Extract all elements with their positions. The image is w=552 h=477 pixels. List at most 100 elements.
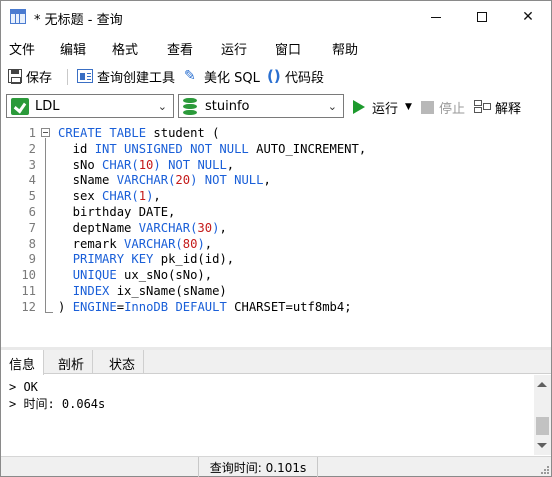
sql-token: student ( [146,126,220,140]
stop-icon [421,100,434,114]
code-line: 4 sName VARCHAR(20) NOT NULL, [1,172,551,188]
menu-format[interactable]: 格式 [112,39,138,58]
sql-keyword: UNIQUE [72,268,117,283]
code-text: deptName VARCHAR(30), [58,220,227,236]
sql-token: sex [58,189,103,204]
code-line: 2 id INT UNSIGNED NOT NULL AUTO_INCREMEN… [1,141,551,157]
scroll-down-icon[interactable] [537,443,547,448]
code-line: 9 PRIMARY KEY pk_id(id), [1,251,551,267]
menu-run[interactable]: 运行 [221,39,247,58]
query-builder-label: 查询创建工具 [97,70,176,86]
menu-view[interactable]: 查看 [167,39,193,58]
sql-keyword: CHAR( [102,189,139,204]
menu-window[interactable]: 窗口 [275,39,301,58]
sql-editor[interactable]: 1 CREATE TABLE student (2 id INT UNSIGNED… [1,125,551,347]
minimize-button[interactable] [413,1,459,33]
sql-token: ux_sNo(sNo), [116,268,213,283]
dropdown-arrow-icon[interactable]: ▼ [405,102,412,112]
code-text: id INT UNSIGNED NOT NULL AUTO_INCREMENT, [58,141,367,157]
sql-token: = [116,299,125,314]
sql-number: 30 [197,220,213,235]
sql-keyword: INT UNSIGNED NOT NULL [94,141,249,156]
database-select[interactable]: stuinfo ⌄ [178,94,344,118]
status-bar: 查询时间: 0.101s [1,456,551,477]
sql-token: ) [58,299,73,314]
sql-token: CHARSET=utf8mb4; [226,299,352,314]
line-number: 5 [28,189,36,204]
query-builder-icon [77,69,93,83]
sql-keyword: VARCHAR( [138,220,198,235]
save-button[interactable]: 保存 [8,67,53,86]
run-label: 运行 [372,101,399,117]
query-builder-button[interactable]: 查询创建工具 [77,67,176,86]
output-line: > 时间: 0.064s [9,397,106,411]
run-button[interactable]: 运行 ▼ [353,98,412,117]
tab-status[interactable]: 状态 [101,350,145,374]
menu-bar: 文件 编辑 格式 查看 运行 窗口 帮助 [1,34,551,60]
table-app-icon [10,9,26,24]
line-number: 4 [28,173,36,188]
code-line: 6 birthday DATE, [1,204,551,220]
sql-number: 10 [138,157,154,172]
connection-select[interactable]: LDL ⌄ [6,94,174,118]
query-time: 查询时间: 0.101s [198,457,318,477]
connection-toolbar: LDL ⌄ stuinfo ⌄ 运行 ▼ 停止 解释 [1,93,551,123]
close-icon: ✕ [522,9,534,25]
scrollbar-thumb[interactable] [536,417,549,435]
sql-number: 80 [182,236,198,251]
resize-grip-icon[interactable] [539,464,549,474]
output-scrollbar[interactable] [534,375,551,455]
toolbar-separator [67,69,68,85]
output-line: > OK [9,380,38,394]
connection-icon [11,97,29,115]
toolbar: 保存 查询创建工具 ✎ 美化 SQL () 代码段 [1,61,551,91]
sql-number: 20 [175,173,191,188]
explain-button[interactable]: 解释 [474,98,521,117]
sql-keyword: VARCHAR( [116,173,176,188]
close-button[interactable]: ✕ [505,1,551,33]
sql-keyword: CREATE TABLE [58,126,147,140]
menu-help[interactable]: 帮助 [332,39,358,58]
sql-keyword: ) [197,236,205,251]
maximize-button[interactable] [459,1,505,33]
sql-token: birthday DATE, [58,205,176,219]
sql-token: , [263,173,271,188]
code-line: 3 sNo CHAR(10) NOT NULL, [1,157,551,173]
sql-token: pk_id(id), [153,252,235,267]
line-number: 2 [28,141,36,156]
tab-profile[interactable]: 剖析 [50,350,94,374]
sql-token: remark [58,236,125,251]
sql-token: deptName [58,220,139,235]
code-text: remark VARCHAR(80), [58,236,212,252]
menu-edit[interactable]: 编辑 [60,39,86,58]
tab-message[interactable]: 信息 [1,350,45,375]
sql-token: , [204,236,213,251]
title-bar: * 无标题 - 查询 ✕ [1,1,551,33]
line-number: 1 [28,126,36,140]
menu-file[interactable]: 文件 [9,39,35,58]
code-text: birthday DATE, [58,204,176,220]
code-line: 11 INDEX ix_sName(sName) [1,283,551,299]
sql-token: , [226,157,235,172]
sql-number: 1 [138,189,147,204]
query-window: * 无标题 - 查询 ✕ 文件 编辑 格式 查看 运行 窗口 帮助 保存 查询创… [0,0,552,477]
line-number: 3 [28,157,36,172]
code-line: 8 remark VARCHAR(80), [1,236,551,252]
save-label: 保存 [26,70,53,86]
code-snippet-label: 代码段 [285,70,325,86]
scroll-up-icon[interactable] [537,382,547,387]
sql-keyword: CHAR( [102,157,139,172]
sql-keyword: INDEX [72,284,110,298]
stop-button[interactable]: 停止 [421,98,465,117]
code-text: sex CHAR(1), [58,188,161,204]
code-snippet-button[interactable]: () 代码段 [267,67,325,86]
code-text: ) ENGINE=InnoDB DEFAULT CHARSET=utf8mb4; [58,299,352,315]
sql-token: , [153,189,161,204]
sql-token: AUTO_INCREMENT, [248,141,367,156]
beautify-sql-button[interactable]: ✎ 美化 SQL [184,67,260,86]
code-line: 10 UNIQUE ux_sNo(sNo), [1,267,551,283]
result-tabs: 信息 剖析 状态 [1,350,551,375]
